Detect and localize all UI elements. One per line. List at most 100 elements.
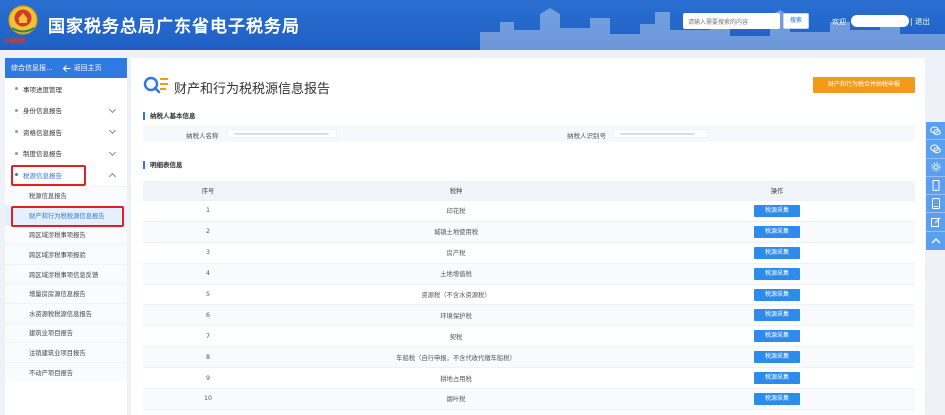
collect-button[interactable]: 税源采集 <box>754 204 800 217</box>
floating-toolbar <box>926 122 945 250</box>
taxpayer-id-field <box>613 129 708 138</box>
tax-type: 资源税（不含水资源税） <box>421 292 491 299</box>
chat-icon[interactable] <box>926 140 945 159</box>
action-cell: 税源采集 <box>639 392 915 405</box>
tablet-icon[interactable] <box>926 195 945 214</box>
search-input[interactable]: 请输入需要搜索的内容 <box>683 13 780 29</box>
collect-button[interactable]: 税源采集 <box>754 288 800 301</box>
main-panel: 财产和行为税税源信息报告 财产和行为税合并纳税申报 纳税人基本信息 纳税人名称 … <box>131 58 925 415</box>
search-list-icon <box>143 76 168 94</box>
submenu-item[interactable]: 注销建筑业项目报告 <box>5 342 127 362</box>
sidebar-item-label: 制度信息报告 <box>23 150 62 159</box>
submenu-item[interactable]: 建筑业项目报告 <box>5 322 127 343</box>
collect-button[interactable]: 税源采集 <box>754 309 800 322</box>
chat-icon[interactable] <box>926 122 945 141</box>
table-row: 9 耕地占用税 税源采集 <box>143 368 915 390</box>
sidebar-item-system[interactable]: 制度信息报告 <box>5 143 127 165</box>
tax-type: 城镇土地使用税 <box>433 229 479 237</box>
tax-type: 契税 <box>449 333 463 341</box>
collect-button[interactable]: 税源采集 <box>754 392 800 405</box>
action-cell: 税源采集 <box>639 267 915 280</box>
action-cell: 税源采集 <box>639 309 915 322</box>
collect-button[interactable]: 税源采集 <box>754 330 800 343</box>
bullet-icon <box>15 151 18 155</box>
action-cell: 税源采集 <box>639 372 915 385</box>
tax-source-table: 序号 税种 操作 1 印花税 税源采集 2 城镇土地使用税 税源采集 3 房产税… <box>143 181 915 410</box>
sidebar-item-identity[interactable]: 身份信息报告 <box>5 100 127 122</box>
sidebar-item-label: 身份信息报告 <box>23 107 62 116</box>
site-title: 国家税务总局广东省电子税务局 <box>48 17 300 36</box>
sidebar-item-qualification[interactable]: 资格信息报告 <box>5 121 127 143</box>
sidebar-item-label: 资格信息报告 <box>23 128 62 137</box>
tax-type: 车船税（自行申报，不含代收代缴车船税） <box>396 354 516 362</box>
action-cell: 税源采集 <box>639 246 915 259</box>
highlight-box-submenu <box>11 206 124 227</box>
collect-button[interactable]: 税源采集 <box>754 351 800 364</box>
chevron-up-icon[interactable] <box>926 232 945 250</box>
row-number: 9 <box>205 374 210 382</box>
table-row: 8 车船税（自行申报，不含代收代缴车船税） 税源采集 <box>143 347 915 369</box>
chevron-down-icon <box>108 105 117 113</box>
row-number: 5 <box>205 291 210 298</box>
submenu-item[interactable]: 增量房房源信息报告 <box>5 283 127 303</box>
submenu-item[interactable]: 水资源税税源信息报告 <box>5 303 127 323</box>
submenu-item[interactable]: 不动产项目报告 <box>5 361 127 382</box>
table-row: 1 印花税 税源采集 <box>143 201 915 222</box>
action-cell: 税源采集 <box>639 225 915 238</box>
sidebar-header-title: 综合信息报... <box>11 64 53 72</box>
table-row: 5 资源税（不含水资源税） 税源采集 <box>143 285 915 306</box>
section-title-basic: 纳税人基本信息 <box>143 112 196 120</box>
taxpayer-id-label: 纳税人识别号 <box>567 132 606 140</box>
sidebar-item-label: 事项进度管理 <box>23 85 62 94</box>
submenu-item[interactable]: 税源信息报告 <box>5 185 127 206</box>
collect-button[interactable]: 税源采集 <box>754 267 800 280</box>
page-title: 财产和行为税税源信息报告 <box>174 81 331 96</box>
sidebar-header: 综合信息报... 返回主页 <box>5 58 127 78</box>
sidebar-item-progress[interactable]: 事项进度管理 <box>5 78 127 100</box>
chevron-down-icon <box>108 126 117 135</box>
back-home-link[interactable]: 返回主页 <box>62 63 102 73</box>
tax-type: 耕地占用税 <box>440 375 472 383</box>
top-header: 中国税务 国家税务总局广东省电子税务局 请输入需要搜索的内容 搜索 欢迎 | 退… <box>0 0 945 50</box>
row-number: 6 <box>205 311 210 319</box>
submenu-item[interactable]: 跨区域涉税事项报验 <box>5 244 127 264</box>
table-header-row: 序号 税种 操作 <box>143 181 915 201</box>
search-button[interactable]: 搜索 <box>783 13 809 29</box>
chevron-down-icon <box>108 148 117 156</box>
column-header-action: 操作 <box>770 188 784 195</box>
row-number: 3 <box>205 249 210 257</box>
bullet-icon <box>15 130 18 134</box>
collect-button[interactable]: 税源采集 <box>754 372 800 385</box>
back-home-label: 返回主页 <box>73 64 102 72</box>
row-number: 8 <box>205 353 210 361</box>
table-row: 4 土地增值税 税源采集 <box>143 263 915 285</box>
taxpayer-name-label: 纳税人名称 <box>186 132 219 140</box>
gear-icon[interactable] <box>926 159 945 177</box>
emblem-caption: 中国税务 <box>4 38 27 45</box>
table-row: 2 城镇土地使用税 税源采集 <box>143 221 915 243</box>
row-number: 1 <box>205 207 210 215</box>
submenu-item[interactable]: 跨区域涉税事项信息反馈 <box>5 263 127 284</box>
section-title-detail: 明细表信息 <box>143 161 183 169</box>
sidebar: 综合信息报... 返回主页 事项进度管理 身份信息报告 资格信息报告 制度信息报… <box>5 58 127 415</box>
collect-button[interactable]: 税源采集 <box>754 246 800 259</box>
highlight-box-menu <box>11 165 86 186</box>
edit-icon[interactable] <box>926 213 945 232</box>
taxpayer-name-field <box>227 129 337 138</box>
table-row: 6 环境保护税 税源采集 <box>143 305 915 327</box>
row-number: 7 <box>205 332 210 340</box>
collect-button[interactable]: 税源采集 <box>754 225 800 238</box>
chevron-up-icon <box>108 172 117 181</box>
tax-type: 烟叶税 <box>446 396 466 404</box>
merge-declaration-button[interactable]: 财产和行为税合并纳税申报 <box>813 77 915 93</box>
row-number: 2 <box>205 228 210 236</box>
back-arrow-icon <box>62 64 71 72</box>
action-cell: 税源采集 <box>639 204 915 217</box>
row-number: 4 <box>205 270 210 278</box>
submenu-item[interactable]: 跨区域涉税事项报告 <box>5 224 127 245</box>
action-cell: 税源采集 <box>639 330 915 343</box>
logout-link[interactable]: | 退出 <box>910 16 930 27</box>
table-row: 10 烟叶税 税源采集 <box>143 389 915 410</box>
phone-icon[interactable] <box>926 177 945 196</box>
row-number: 10 <box>203 395 212 403</box>
